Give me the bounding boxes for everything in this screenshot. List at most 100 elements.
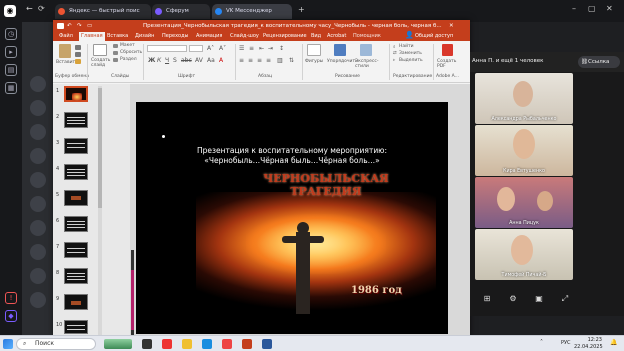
shrink-font-icon[interactable]: A˅ [219,45,226,52]
tray-chevron-icon[interactable]: ˄ [540,339,543,346]
reset-button[interactable]: Сбросить [120,50,142,55]
font-size-combo[interactable] [189,45,203,52]
tab-animations[interactable]: Анимация [194,32,224,41]
editor-scrollbar[interactable] [131,250,134,340]
grow-font-icon[interactable]: A˄ [207,45,214,52]
browser-tab-sferum[interactable]: Сферум [152,4,210,19]
line-spacing-icon[interactable]: ↕ [279,45,284,52]
font-color-icon[interactable]: A [219,57,223,64]
file-explorer-icon[interactable] [182,339,192,349]
screen-share-icon[interactable]: ▣ [534,294,544,304]
slide-thumbnail[interactable] [64,268,88,284]
columns-icon[interactable]: ▥ [277,57,283,64]
align-right-icon[interactable]: ≡ [257,57,262,64]
decrease-indent-icon[interactable]: ⇤ [259,45,264,52]
notifications-icon[interactable]: 🔔 [610,339,617,346]
browser-menu-icon[interactable]: ◉ [4,5,16,17]
layout-button[interactable]: Макет [120,43,135,48]
change-case-icon[interactable]: Aa [207,57,215,64]
align-center-icon[interactable]: ≡ [248,57,253,64]
arrange-icon[interactable] [334,44,346,56]
browser-tab-yandex[interactable]: Яндекс — быстрый поис [55,4,151,19]
italic-icon[interactable]: К [157,57,161,64]
reload-icon[interactable]: ⟳ [38,4,45,13]
play-icon[interactable]: ▸ [5,46,17,58]
arrange-button[interactable]: Упорядочить [327,59,358,64]
edge-icon[interactable] [202,339,212,349]
maximize-icon[interactable]: ▢ [588,4,596,13]
powerpoint-icon[interactable] [242,339,252,349]
apps-icon[interactable]: ▦ [5,82,17,94]
quick-styles-icon[interactable] [360,44,372,56]
replace-button[interactable]: Заменить [399,51,422,56]
create-pdf-button[interactable]: Создать PDF [437,59,461,69]
new-slide-button[interactable]: Создать слайд [91,58,113,68]
slide-thumbnail[interactable] [64,190,88,206]
tab-file[interactable]: Файл [57,32,75,41]
tab-insert[interactable]: Вставка [105,32,130,41]
new-tab-button[interactable]: + [298,5,305,14]
taskbar-search[interactable]: ⌕ Поиск [16,338,96,350]
cut-icon[interactable] [75,45,81,50]
participant-tile[interactable]: Тимофей Пичай-Б [475,229,573,280]
slide-thumbnail[interactable] [64,138,88,154]
undo-icon[interactable]: ↶ [67,20,72,32]
paste-icon[interactable] [59,44,71,58]
thumbnail-scrollbar[interactable] [98,86,102,336]
new-slide-icon[interactable] [93,44,107,56]
tab-slideshow[interactable]: Слайд-шоу [228,32,261,41]
browser-tab-vk[interactable]: VK Мессенджер [212,4,292,19]
align-left-icon[interactable]: ≡ [239,57,244,64]
slide-canvas[interactable]: Презентация к воспитательному мероприяти… [136,102,448,334]
slideshow-icon[interactable]: ▭ [87,20,92,32]
yandex-browser-icon[interactable] [162,339,172,349]
font-name-combo[interactable] [147,45,187,52]
collections-icon[interactable]: ▤ [5,64,17,76]
participant-tile[interactable]: Александра Рыбальченко [475,73,573,124]
tab-home[interactable]: Главная [79,32,105,41]
settings-icon[interactable]: ⚙ [508,294,518,304]
link-button[interactable]: ⛓ Ссылка [578,56,620,68]
copy-icon[interactable] [75,52,81,57]
tab-review[interactable]: Рецензирование [261,32,309,41]
close-icon[interactable]: ✕ [606,4,613,13]
media-icon[interactable] [222,339,232,349]
shadow-icon[interactable]: S [173,57,177,64]
fullscreen-icon[interactable]: ⤢ [560,294,570,304]
participant-tile[interactable]: Анна Пицук [475,177,573,228]
clock-time[interactable]: 12:23 [580,337,602,343]
alert-icon[interactable]: ! [5,292,17,304]
minimize-icon[interactable]: – [572,4,576,13]
grid-icon[interactable]: ⊞ [482,294,492,304]
slide-thumbnail[interactable] [64,112,88,128]
start-icon[interactable] [3,339,13,349]
quick-styles-button[interactable]: Экспресс-стили [355,59,378,69]
increase-indent-icon[interactable]: ⇥ [268,45,273,52]
strikethrough-icon[interactable]: abc [181,57,192,64]
create-pdf-icon[interactable] [442,44,453,56]
find-button[interactable]: Найти [399,44,414,49]
section-button[interactable]: Раздел [120,57,137,62]
slide-subtitle[interactable]: Презентация к воспитательному мероприяти… [136,146,448,166]
tab-design[interactable]: Дизайн [133,32,156,41]
slide-title[interactable]: ЧЕРНОБЫЛЬСКАЯ ТРАГЕДИЯ [231,172,421,198]
save-icon[interactable] [57,23,64,29]
shapes-icon[interactable] [307,44,321,56]
close-icon[interactable]: ✕ [449,20,454,32]
underline-icon[interactable]: Ч [165,57,169,64]
text-direction-icon[interactable]: ⇅ [289,57,294,64]
back-icon[interactable]: ← [26,4,33,13]
slide-thumbnail[interactable] [64,86,88,102]
tab-view[interactable]: Вид [309,32,323,41]
slide-thumbnail[interactable] [64,216,88,232]
alice-icon[interactable]: ◆ [5,310,17,322]
word-icon[interactable] [262,339,272,349]
language-indicator[interactable]: РУС [561,340,571,346]
bold-icon[interactable]: Ж [148,57,155,64]
scroll-thumb[interactable] [131,270,134,330]
redo-icon[interactable]: ↷ [77,20,82,32]
tab-transitions[interactable]: Переходы [160,32,191,41]
spacing-icon[interactable]: AV [195,57,203,64]
numbering-icon[interactable]: ≡ [249,45,254,52]
tab-assistant[interactable]: Помощник [351,32,383,41]
